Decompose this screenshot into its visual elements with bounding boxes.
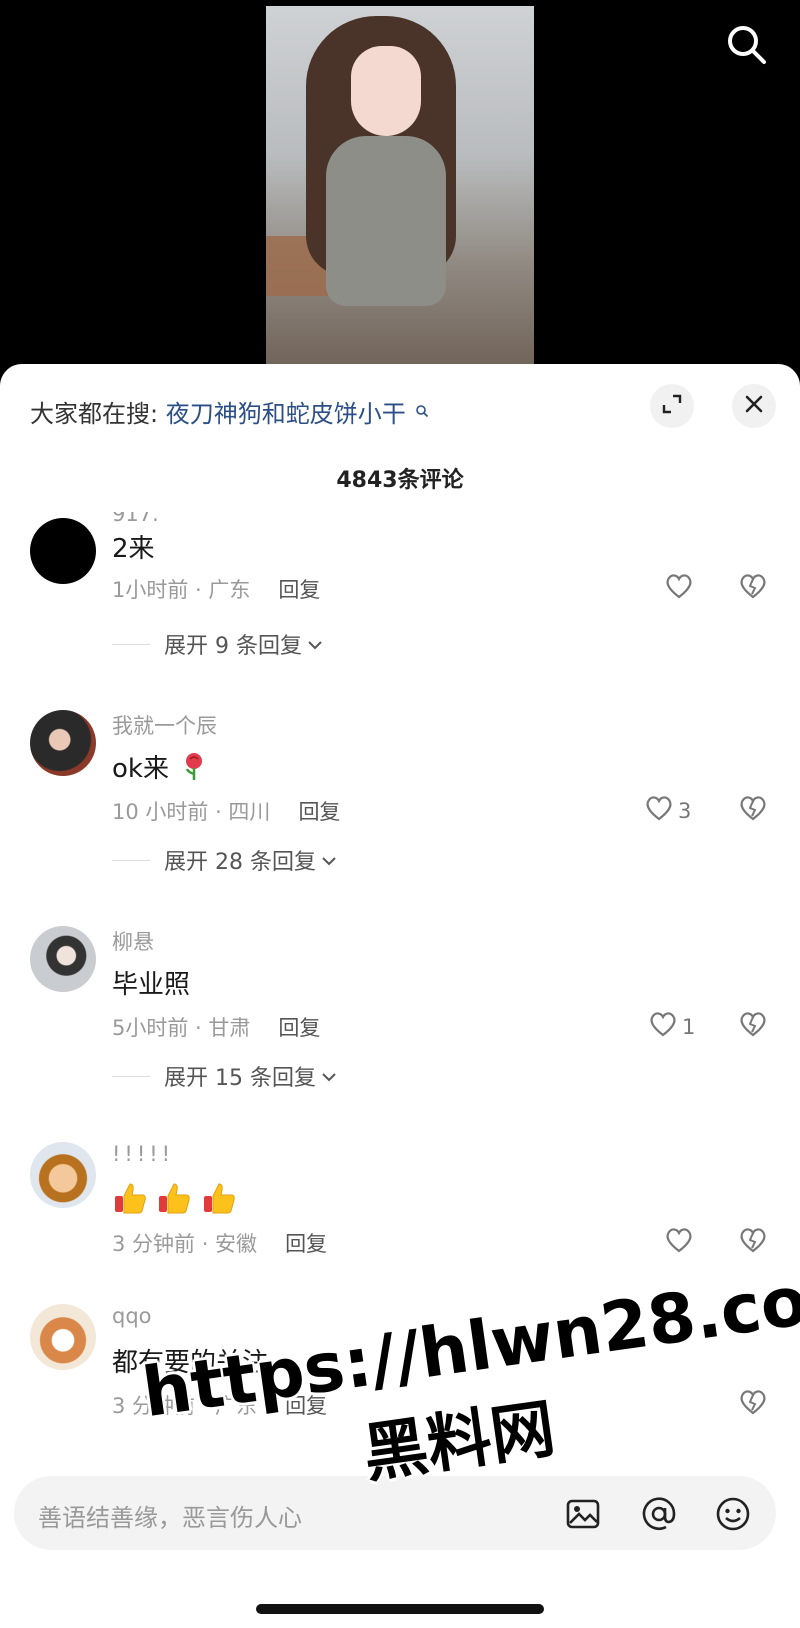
dislike-icon[interactable] [738,794,768,826]
avatar[interactable] [30,926,96,992]
image-icon[interactable] [564,1495,602,1533]
dislike-icon[interactable] [738,1388,768,1420]
close-button[interactable] [732,384,776,428]
comment-text-content: ok来 [112,754,169,784]
expand-replies-label: 展开 15 条回复 [164,1066,316,1091]
dislike-icon[interactable] [738,572,768,604]
comment-time: 5小时前 · 甘肃 [112,1016,251,1040]
comment-time: 10 小时前 · 四川 [112,800,271,824]
heart-icon [648,1010,678,1043]
comment-meta: 3 分钟前 · 安徽 回复 [112,1228,327,1258]
like-button[interactable] [664,1226,694,1259]
hot-search-prefix: 大家都在搜: [30,400,159,428]
comment-text: ok来 [112,748,207,788]
at-icon[interactable] [640,1495,678,1533]
comment-username[interactable]: 我就一个辰 [112,710,217,740]
heart-icon [664,1226,694,1259]
avatar[interactable] [30,1304,96,1370]
thumb-body [326,136,446,306]
search-icon [415,396,429,424]
comment-text: 都有要的关注 [112,1348,269,1378]
comment-meta: 10 小时前 · 四川 回复 [112,796,340,826]
like-count: 1 [682,1014,696,1039]
comment-meta: 1小时前 · 广东 回复 [112,574,320,604]
comment-time: 3 分钟前 · 广东 [112,1394,258,1418]
comment-username[interactable]: 917. [112,512,159,526]
reply-button[interactable]: 回复 [298,800,340,824]
video-area[interactable] [0,0,800,380]
divider [112,859,150,861]
rose-emoji [181,751,207,788]
comment-input-placeholder[interactable]: 善语结善缘，恶言伤人心 [38,1498,302,1533]
avatar[interactable] [30,710,96,776]
reply-button[interactable]: 回复 [278,578,320,602]
comment-meta: 3 分钟前 · 广东 回复 [112,1390,327,1420]
comment-sheet: 大家都在搜: 夜刀神狗和蛇皮饼小干 4843条评论 917. 2来 1小时前 ·… [0,364,800,1628]
hot-search[interactable]: 大家都在搜: 夜刀神狗和蛇皮饼小干 [30,394,429,429]
reply-button[interactable]: 回复 [285,1232,327,1256]
thumbs-up-emoji [156,1180,192,1223]
avatar[interactable] [30,1142,96,1208]
reply-button[interactable]: 回复 [285,1394,327,1418]
chevron-down-icon [320,848,338,873]
emoji-icon[interactable] [714,1495,752,1533]
chevron-down-icon [320,1064,338,1089]
comment-username[interactable]: qqo [112,1304,152,1328]
dislike-icon[interactable] [738,1226,768,1258]
expand-replies[interactable]: 展开 9 条回复 [112,628,324,660]
comment-meta: 5小时前 · 甘肃 回复 [112,1012,320,1042]
heart-icon [664,572,694,605]
thumbs-up-emoji [201,1180,237,1223]
divider [112,643,150,645]
comment-time: 1小时前 · 广东 [112,578,251,602]
expand-replies[interactable]: 展开 15 条回复 [112,1060,338,1092]
expand-button[interactable] [650,384,694,428]
comment-username[interactable]: !!!!! [112,1142,174,1166]
expand-replies-label: 展开 9 条回复 [164,634,302,659]
divider [112,1075,150,1077]
like-button[interactable] [664,572,694,605]
comment-text: 毕业照 [112,970,191,1000]
thumbs-up-emoji [112,1180,148,1223]
comment-time: 3 分钟前 · 安徽 [112,1232,258,1256]
thumb-face [351,46,421,136]
comment-text: 2来 [112,534,155,564]
like-button[interactable]: 1 [648,1010,695,1043]
avatar[interactable] [30,518,96,584]
comment-input[interactable]: 善语结善缘，恶言伤人心 [14,1476,776,1550]
expand-replies[interactable]: 展开 28 条回复 [112,844,338,876]
search-icon[interactable] [722,20,770,68]
video-frame[interactable] [266,6,534,380]
expand-replies-label: 展开 28 条回复 [164,850,316,875]
like-count: 3 [678,798,692,823]
dislike-icon[interactable] [738,1010,768,1042]
expand-icon [661,393,683,419]
close-icon [743,393,765,419]
heart-icon [644,794,674,827]
like-button[interactable]: 3 [644,794,691,827]
hot-search-keyword[interactable]: 夜刀神狗和蛇皮饼小干 [166,400,406,428]
comment-username[interactable]: 柳悬 [112,926,154,956]
reply-button[interactable]: 回复 [278,1016,320,1040]
chevron-down-icon [306,632,324,657]
comment-text [112,1180,237,1223]
home-indicator [256,1604,544,1614]
comment-count: 4843条评论 [336,468,464,493]
